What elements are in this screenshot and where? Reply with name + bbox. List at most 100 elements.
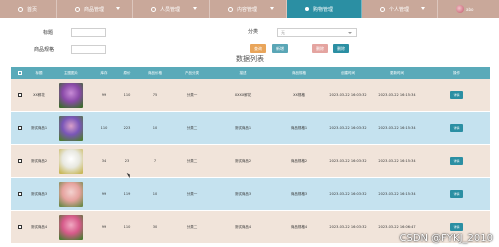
nav-item-shopping[interactable]: 购物管理 [287, 0, 362, 18]
cell-select [11, 211, 29, 243]
nav-item-label: 人员管理 [160, 6, 181, 13]
category-select[interactable]: 无 [277, 28, 357, 37]
header-actions: 操作 [453, 70, 460, 75]
spec-input[interactable] [71, 45, 106, 54]
user-name[interactable]: abo [466, 7, 473, 12]
product-thumbnail [59, 82, 83, 108]
cell-spec: 商品规格1 [290, 125, 308, 130]
cell-stock: 34 [101, 159, 107, 163]
title-input[interactable] [71, 28, 106, 37]
cell-actions: 详情 [423, 145, 490, 177]
table-row[interactable]: 测试商品1 110 223 10 分类二 测试商品1 商品规格1 2023-03-22 16:… [11, 112, 490, 145]
row-checkbox[interactable] [18, 225, 22, 229]
cell-select [11, 79, 29, 111]
chevron-down-icon [270, 7, 274, 10]
cell-spec: 商品规格3 [290, 191, 308, 196]
cell-updated-time: 2023-03-22 16:15:34 [378, 126, 416, 130]
cell-created-time: 2023-03-22 16:03:32 [329, 225, 367, 229]
detail-button[interactable]: 详情 [450, 124, 463, 132]
cell-description: 测试商品2 [234, 158, 252, 163]
batch-delete-button[interactable]: 删除 [333, 44, 349, 53]
row-checkbox[interactable] [18, 93, 22, 97]
table-header: 标题 主图图片 库存 原价 商品价格 产品分类 描述 商品规格 创建时间 更新时间 操作 [11, 67, 490, 79]
cell-image [49, 178, 93, 210]
detail-button[interactable]: 详情 [450, 91, 463, 99]
header-stock: 库存 [100, 70, 108, 75]
cell-price: 30 [152, 225, 158, 229]
cell-spec: 商品规格4 [290, 224, 308, 229]
cell-price: 7 [153, 159, 157, 163]
header-category: 产品分类 [185, 70, 199, 75]
cell-title: XX鲜花 [33, 92, 45, 97]
nav-item-people[interactable]: 人员管理 [133, 0, 210, 18]
nav-item-content[interactable]: 内容管理 [210, 0, 287, 18]
cell-title: 测试商品1 [30, 125, 48, 130]
cell-image [49, 145, 93, 177]
cell-select [11, 112, 29, 144]
detail-button[interactable]: 详情 [450, 157, 463, 165]
avatar[interactable] [456, 5, 464, 13]
cell-category: 分类二 [186, 158, 198, 163]
home-icon [18, 6, 23, 12]
cell-stock: 99 [101, 192, 107, 196]
search-button[interactable]: 查询 [250, 44, 266, 53]
cell-image [49, 112, 93, 144]
nav-item-label: 个人管理 [389, 6, 410, 13]
cell-category: 分类一 [186, 191, 198, 196]
row-checkbox[interactable] [18, 126, 22, 130]
cell-description: XXXX鲜花 [234, 92, 252, 97]
product-thumbnail [59, 214, 83, 240]
chevron-down-icon [193, 7, 197, 10]
cell-stock: 110 [100, 126, 108, 130]
table-body: XX鲜花 99 110 75 分类一 XXXX鲜花 XX规格 2023-03-22 16:03… [11, 79, 490, 244]
cell-updated-time: 2023-03-22 16:15:34 [378, 159, 416, 163]
product-thumbnail [59, 181, 83, 207]
nav-item-products[interactable]: 商品管理 [57, 0, 133, 18]
table-row[interactable]: XX鲜花 99 110 75 分类一 XXXX鲜花 XX规格 2023-03-22 16:03… [11, 79, 490, 112]
header-select [11, 67, 29, 79]
category-label: 分类 [248, 29, 259, 35]
title-label: 标题 [43, 30, 54, 36]
cell-price: 75 [152, 93, 158, 97]
row-checkbox[interactable] [18, 192, 22, 196]
table-row[interactable]: 测试商品2 34 23 7 分类二 测试商品2 商品规格2 2023-03-22 16:03:… [11, 145, 490, 178]
cell-category: 分类一 [186, 92, 198, 97]
cell-created-time: 2023-03-22 16:03:32 [329, 93, 367, 97]
delete-button[interactable]: 删除 [312, 44, 328, 53]
detail-button[interactable]: 详情 [450, 223, 463, 231]
chevron-down-icon [348, 32, 352, 34]
header-price: 商品价格 [148, 70, 162, 75]
cell-updated-time: 2023-03-22 16:15:34 [378, 93, 416, 97]
chevron-down-icon [116, 7, 120, 10]
product-thumbnail [59, 115, 83, 141]
data-table: 标题 主图图片 库存 原价 商品价格 产品分类 描述 商品规格 创建时间 更新时间 操作 XX鲜花 9… [11, 67, 490, 244]
cell-price: 10 [152, 192, 158, 196]
cell-spec: XX规格 [293, 92, 305, 97]
product-thumbnail [59, 148, 83, 174]
nav-item-home[interactable]: 首页 [0, 0, 57, 18]
cell-title: 测试商品2 [30, 158, 48, 163]
nav-item-personal[interactable]: 个人管理 [362, 0, 438, 18]
cell-image [49, 79, 93, 111]
table-row[interactable]: 测试商品3 99 119 10 分类一 测试商品3 商品规格3 2023-03-22 16:0… [11, 178, 490, 211]
row-checkbox[interactable] [18, 159, 22, 163]
detail-button[interactable]: 详情 [450, 190, 463, 198]
category-value: 无 [281, 30, 285, 35]
cell-original-price: 110 [123, 93, 131, 97]
cell-stock: 99 [101, 225, 107, 229]
cell-description: 测试商品3 [234, 191, 252, 196]
chevron-down-icon [421, 7, 425, 10]
list-title: 数据列表 [236, 55, 264, 63]
cart-icon [305, 7, 309, 11]
nav-item-label: 首页 [27, 6, 38, 13]
header-spec: 商品规格 [292, 70, 306, 75]
add-button[interactable]: 新增 [272, 44, 288, 53]
nav-item-label: 购物管理 [313, 6, 334, 13]
select-all-checkbox[interactable] [18, 71, 22, 75]
cell-actions: 详情 [423, 112, 490, 144]
cell-title: 测试商品4 [30, 224, 48, 229]
cell-actions: 详情 [423, 178, 490, 210]
spec-label: 商品规格 [34, 47, 55, 53]
people-icon [151, 6, 156, 12]
header-updated-time: 更新时间 [390, 70, 404, 75]
